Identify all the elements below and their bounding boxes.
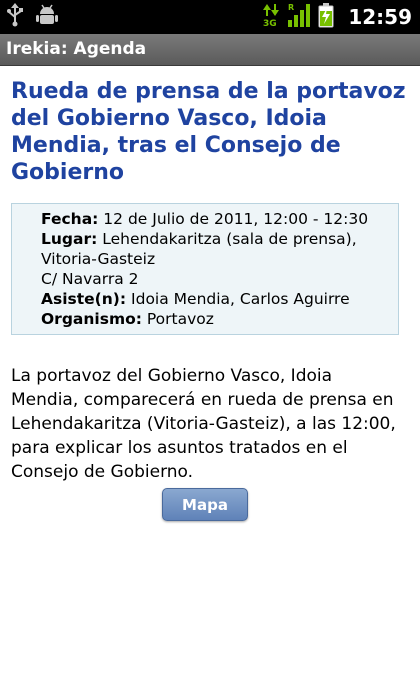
asiste-label: Asiste(n):: [41, 290, 127, 308]
asiste-value: Idoia Mendia, Carlos Aguirre: [131, 290, 350, 308]
asiste-row: Asiste(n): Idoia Mendia, Carlos Aguirre: [41, 289, 391, 309]
system-icons: 3G R 12:59: [262, 2, 412, 32]
status-bar: 3G R 12:59: [0, 0, 420, 34]
fecha-value: 12 de Julio de 2011, 12:00 - 12:30: [103, 210, 369, 228]
organismo-value: Portavoz: [146, 310, 214, 328]
lugar-address: C/ Navarra 2: [41, 270, 139, 288]
lugar-value: Lehendakaritza (sala de prensa),: [102, 230, 357, 248]
usb-icon: [6, 3, 24, 31]
fecha-label: Fecha:: [41, 210, 99, 228]
event-title: Rueda de prensa de la portavoz del Gobie…: [11, 78, 411, 186]
lugar-label: Lugar:: [41, 230, 98, 248]
map-button[interactable]: Mapa: [162, 488, 248, 521]
fecha-row: Fecha: 12 de Julio de 2011, 12:00 - 12:3…: [41, 209, 391, 229]
data-transfer-icon: 3G: [262, 2, 280, 32]
description-line: La portavoz del Gobierno Vasco, Idoia: [11, 366, 333, 386]
organismo-row: Organismo: Portavoz: [41, 309, 391, 329]
network-type-label: 3G: [263, 19, 277, 28]
clock: 12:59: [348, 5, 412, 29]
event-description: La portavoz del Gobierno Vasco, Idoia Me…: [11, 364, 411, 484]
event-details: Fecha: 12 de Julio de 2011, 12:00 - 12:3…: [41, 209, 391, 329]
description-line: Lehendakaritza (Vitoria-Gasteiz), a las …: [11, 414, 396, 434]
description-line: para explicar los asuntos tratados en el: [11, 438, 348, 458]
event-title-line: Mendia, tras el Consejo de: [11, 133, 341, 158]
event-details-box: Fecha: 12 de Julio de 2011, 12:00 - 12:3…: [11, 203, 399, 335]
signal-strength-icon: R: [286, 2, 312, 32]
organismo-label: Organismo:: [41, 310, 142, 328]
lugar-row: Lugar: Lehendakaritza (sala de prensa),: [41, 229, 391, 249]
event-title-line: Gobierno: [11, 160, 125, 185]
battery-charging-icon: [318, 2, 334, 32]
app-title: Irekia: Agenda: [6, 39, 147, 59]
description-line: Mendia, comparecerá en rueda de prensa e…: [11, 390, 394, 410]
lugar-city: Vitoria-Gasteiz: [41, 250, 156, 268]
description-line: Consejo de Gobierno.: [11, 462, 194, 482]
android-debug-icon: [36, 3, 58, 31]
notification-icons: [6, 3, 58, 31]
event-title-line: del Gobierno Vasco, Idoia: [11, 106, 327, 131]
app-title-bar: Irekia: Agenda: [0, 34, 420, 66]
event-title-line: Rueda de prensa de la portavoz: [11, 79, 406, 104]
svg-text:R: R: [288, 3, 294, 12]
